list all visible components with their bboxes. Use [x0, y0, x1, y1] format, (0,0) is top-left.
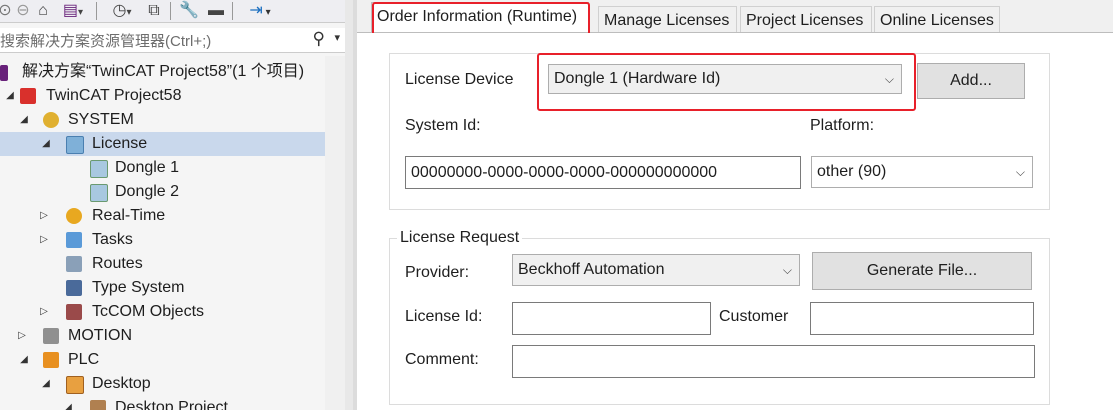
tree-item-license[interactable]: ◢ License [0, 132, 325, 156]
tree-item-tasks[interactable]: ▷ Tasks [0, 228, 325, 252]
tab-content: License Device Dongle 1 (Hardware Id) ⌵ … [357, 33, 1113, 410]
chevron-down-icon: ⌵ [1015, 165, 1025, 179]
forward-icon[interactable]: ⊙ [0, 2, 12, 20]
add-button[interactable]: Add... [917, 63, 1025, 99]
wrench-icon[interactable]: 🔧 [176, 2, 202, 20]
history-icon[interactable]: ◷▾ [104, 2, 140, 20]
platform-label: Platform: [810, 117, 875, 134]
tasks-icon [66, 232, 82, 248]
search-icon[interactable]: ⚲ [313, 29, 325, 49]
system-id-label: System Id: [405, 117, 481, 134]
tree-label: Tasks [92, 231, 133, 248]
license-id-field[interactable] [512, 302, 711, 335]
expand-arrow-icon[interactable]: ◢ [4, 84, 16, 108]
tree-item-tccom-objects[interactable]: ▷ TcCOM Objects [0, 300, 325, 324]
collapse-arrow-icon[interactable]: ▷ [38, 228, 50, 252]
search-bar[interactable]: 搜索解决方案资源管理器(Ctrl+;) ⚲ ▾ [0, 28, 345, 53]
customer-label: Customer [719, 308, 789, 325]
solution-explorer-toolbar: ⊙ ⊖ ⌂ ▤▾ ◷▾ ⧉ 🔧 ▬ ⇥ ▾ [0, 0, 345, 23]
system-id-field[interactable]: 00000000-0000-0000-0000-000000000000 [405, 156, 801, 189]
vertical-scrollbar[interactable] [325, 56, 345, 410]
provider-select[interactable]: Beckhoff Automation ⌵ [512, 254, 800, 286]
panel-splitter[interactable] [345, 0, 353, 410]
tree-item-motion[interactable]: ▷ MOTION [0, 324, 325, 348]
collapse-arrow-icon[interactable]: ▷ [38, 300, 50, 324]
license-icon [66, 136, 84, 154]
tab-online-licenses[interactable]: Online Licenses [874, 6, 1000, 33]
tree-label: Dongle 1 [115, 159, 180, 176]
tccom-icon [66, 304, 82, 320]
tree-item-project[interactable]: ◢ TwinCAT Project58 [0, 84, 325, 108]
tree-item-routes[interactable]: Routes [0, 252, 325, 276]
comment-field[interactable] [512, 345, 1035, 378]
tree-item-system[interactable]: ◢ SYSTEM [0, 108, 325, 132]
tree-label: License [92, 135, 148, 152]
tree-label: Dongle 2 [115, 183, 180, 200]
license-editor: Order Information (Runtime) Manage Licen… [357, 0, 1113, 410]
search-input[interactable]: 搜索解决方案资源管理器(Ctrl+;) [0, 30, 211, 51]
tree-label: Routes [92, 255, 143, 272]
customer-field[interactable] [810, 302, 1034, 335]
expand-arrow-icon[interactable]: ◢ [18, 348, 30, 372]
tree-label: Type System [92, 279, 185, 296]
tree-item-real-time[interactable]: ▷ Real-Time [0, 204, 325, 228]
tree-label: SYSTEM [68, 111, 134, 128]
system-icon [43, 112, 59, 128]
copy-icon[interactable]: ⧉ [144, 2, 164, 20]
solution-icon [0, 65, 8, 81]
collapse-arrow-icon[interactable]: ▷ [38, 204, 50, 228]
motion-icon [43, 328, 59, 344]
tree-item-dongle-1[interactable]: Dongle 1 [0, 156, 325, 180]
license-id-label: License Id: [405, 308, 483, 325]
tree-item-type-system[interactable]: Type System [0, 276, 325, 300]
platform-select[interactable]: other (90) ⌵ [811, 156, 1033, 188]
tab-project-licenses[interactable]: Project Licenses [740, 6, 872, 33]
solution-explorer: ⊙ ⊖ ⌂ ▤▾ ◷▾ ⧉ 🔧 ▬ ⇥ ▾ 搜索解决方案资源管理器(Ctrl+;… [0, 0, 345, 410]
tree-item-solution[interactable]: 解决方案“TwinCAT Project58”(1 个项目) [0, 60, 325, 84]
plc-icon [43, 352, 59, 368]
provider-value: Beckhoff Automation [518, 261, 665, 278]
comment-label: Comment: [405, 351, 479, 368]
dongle-icon [90, 160, 108, 178]
routes-icon [66, 256, 82, 272]
platform-value: other (90) [817, 163, 887, 180]
tree-item-plc[interactable]: ◢ PLC [0, 348, 325, 372]
tree-label: TwinCAT Project58 [46, 87, 182, 104]
expand-arrow-icon[interactable]: ◢ [18, 108, 30, 132]
expand-arrow-icon[interactable]: ◢ [40, 132, 52, 156]
tree-item-desktop-project[interactable]: ◢ Desktop Project [0, 396, 325, 410]
tree-label: TcCOM Objects [92, 303, 205, 320]
tree-label: 解决方案“TwinCAT Project58”(1 个项目) [22, 63, 305, 80]
tree-label: PLC [68, 351, 100, 368]
plc-project-icon [90, 400, 106, 410]
license-device-label: License Device [405, 71, 514, 88]
tree-label: Desktop Project [115, 399, 228, 410]
back-icon[interactable]: ⊖ [16, 2, 30, 20]
tree-label: Real-Time [92, 207, 166, 224]
solution-view-icon[interactable]: ▤▾ [56, 2, 90, 20]
project-icon [20, 88, 36, 104]
tree-item-desktop[interactable]: ◢ Desktop [0, 372, 325, 396]
type-system-icon [66, 280, 82, 296]
tree-item-dongle-2[interactable]: Dongle 2 [0, 180, 325, 204]
tree-label: Desktop [92, 375, 151, 392]
tab-manage-licenses[interactable]: Manage Licenses [598, 6, 737, 33]
dongle-icon [90, 184, 108, 202]
search-dropdown-icon[interactable]: ▾ [334, 31, 340, 44]
license-request-title: License Request [397, 229, 523, 247]
minus-icon[interactable]: ▬ [206, 2, 226, 20]
tree-label: MOTION [68, 327, 132, 344]
pin-icon[interactable]: ⇥ ▾ [238, 2, 282, 20]
expand-arrow-icon[interactable]: ◢ [62, 396, 74, 410]
realtime-icon [66, 208, 82, 224]
provider-label: Provider: [405, 264, 470, 281]
chevron-down-icon: ⌵ [782, 263, 792, 277]
generate-file-button[interactable]: Generate File... [812, 252, 1032, 290]
highlight-box [372, 2, 590, 37]
collapse-arrow-icon[interactable]: ▷ [16, 324, 28, 348]
expand-arrow-icon[interactable]: ◢ [40, 372, 52, 396]
home-icon[interactable]: ⌂ [34, 2, 52, 20]
plc-project-icon [66, 376, 84, 394]
highlight-box [537, 53, 916, 111]
